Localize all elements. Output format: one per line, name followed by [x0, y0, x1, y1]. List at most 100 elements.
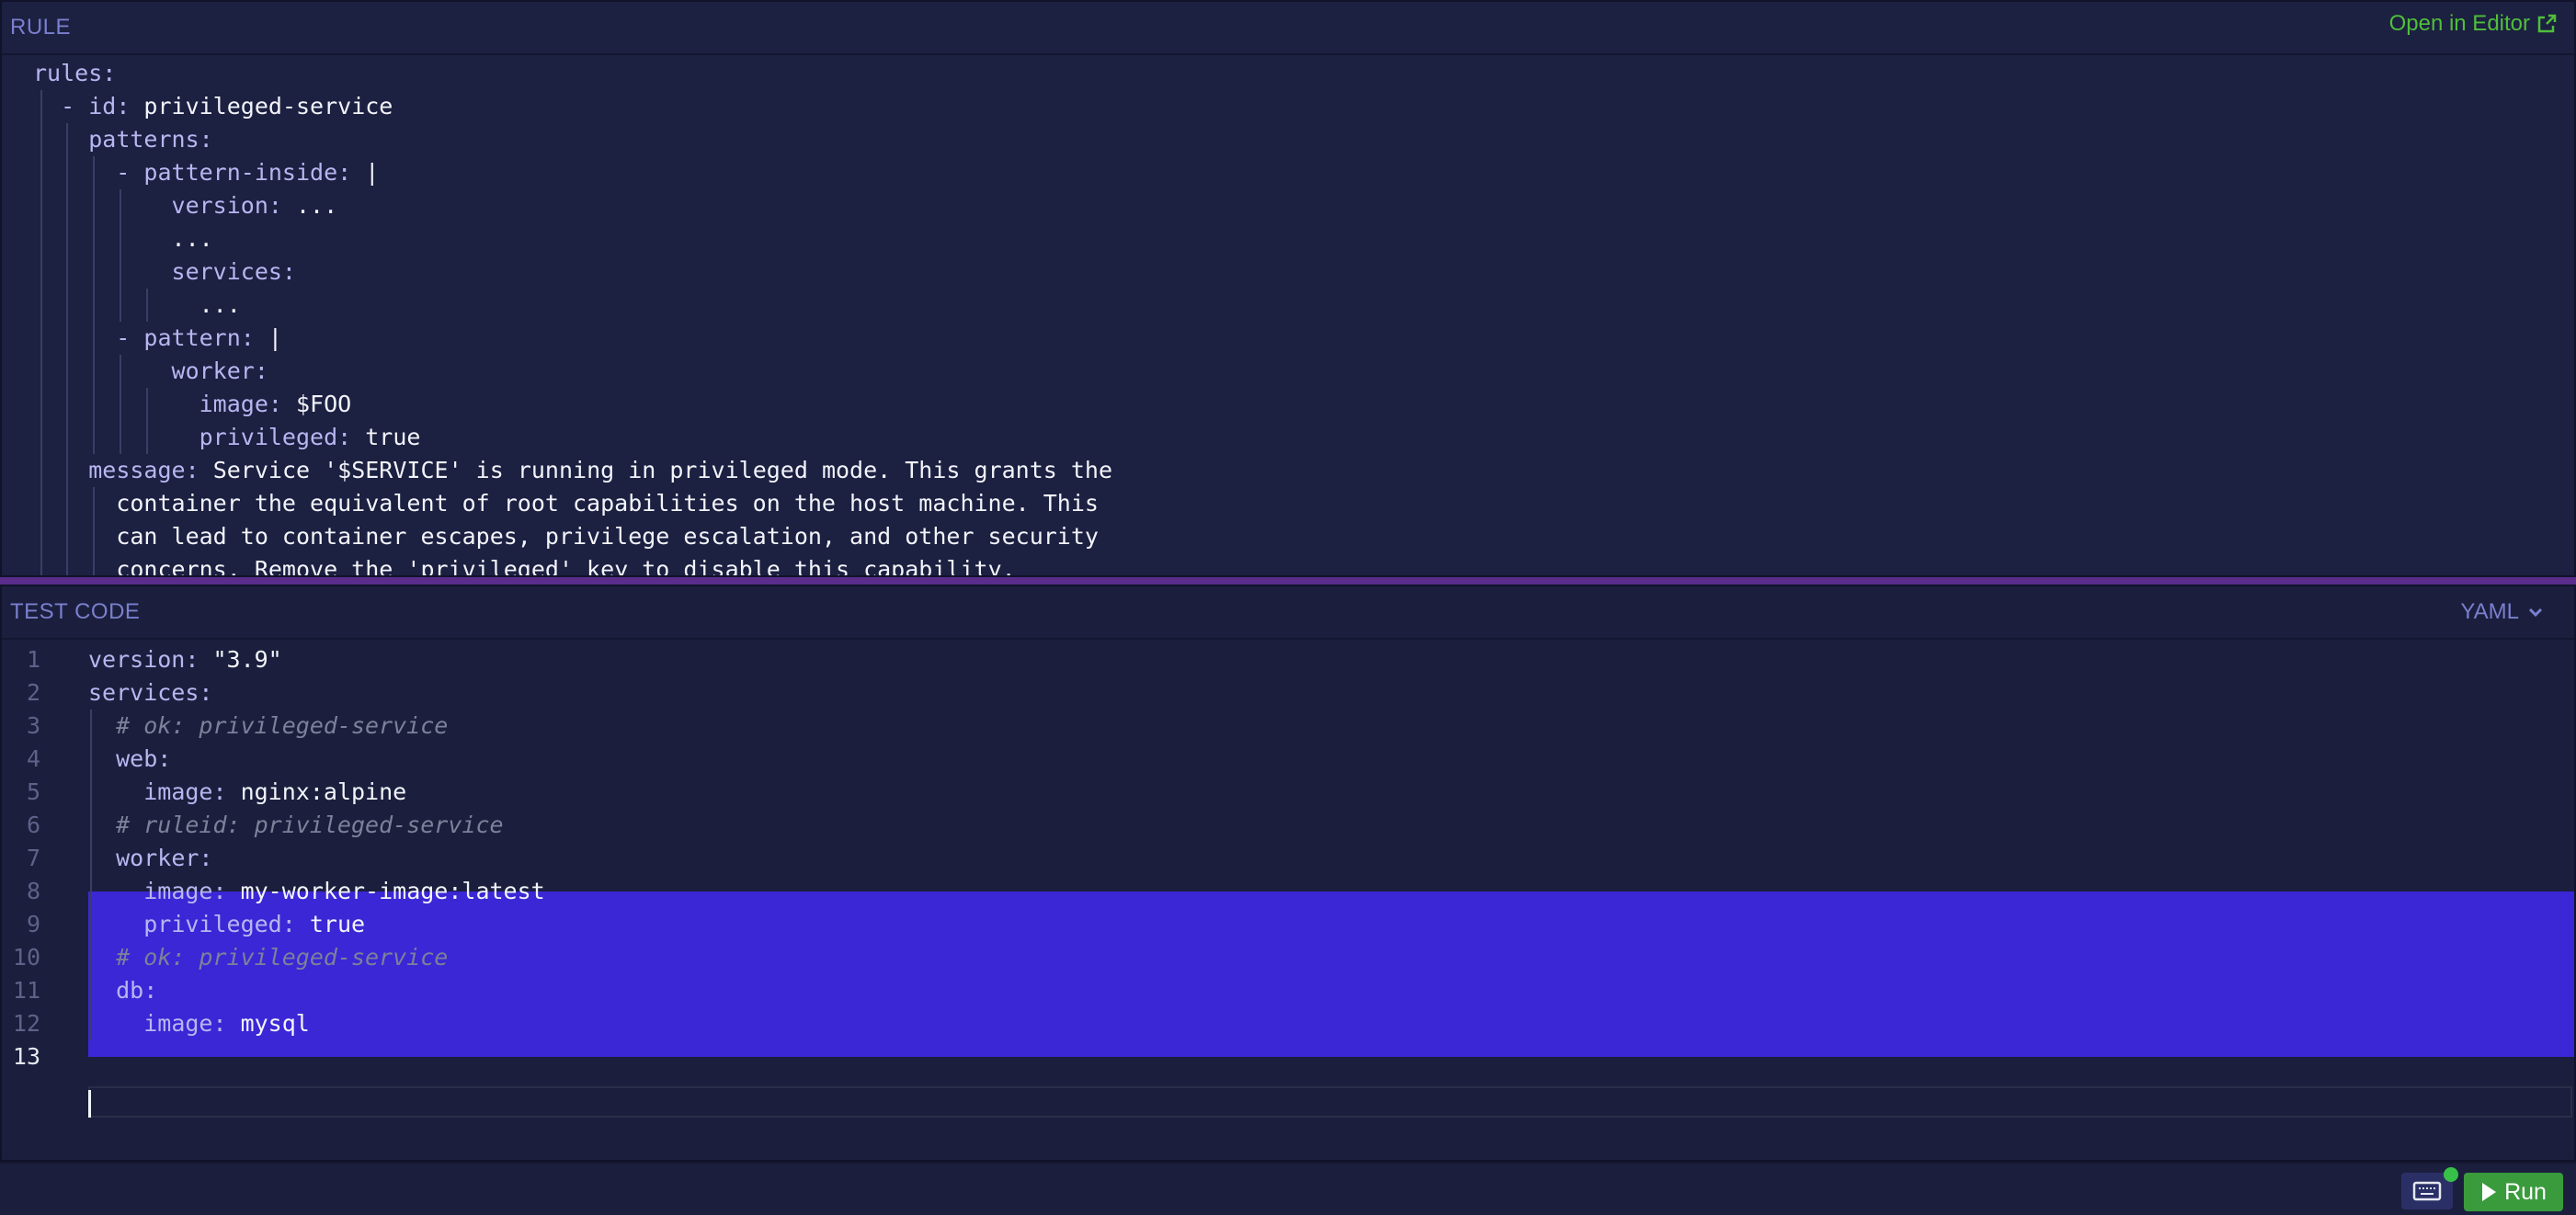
test-code-line: services:: [88, 676, 212, 710]
test-code-line: privileged: true: [88, 908, 365, 941]
line-number: 4: [26, 745, 40, 772]
test-code-line: worker:: [88, 842, 212, 875]
rule-code-indent: [33, 391, 199, 417]
test-code-indent: [88, 977, 116, 1004]
test-code-key: db:: [116, 977, 158, 1004]
rule-code-key: message:: [88, 457, 199, 483]
rule-code-indent: [33, 258, 172, 285]
test-code-line: image: mysql: [88, 1007, 310, 1040]
match-highlight: [88, 891, 2574, 1057]
rule-code-indent: [33, 225, 172, 252]
line-number: 2: [26, 679, 40, 706]
rule-code-key: pattern-inside:: [143, 159, 352, 186]
run-button[interactable]: Run: [2464, 1173, 2563, 1211]
line-number: 13: [12, 1043, 40, 1070]
rule-code-line: concerns. Remove the 'privileged' key to…: [33, 553, 1016, 577]
test-code-indent: [88, 845, 116, 871]
keyboard-shortcuts-button[interactable]: [2401, 1167, 2458, 1209]
test-code-key: image:: [143, 1010, 227, 1037]
line-number: 1: [26, 646, 40, 673]
indent-guide: [146, 289, 148, 322]
rule-code-line: patterns:: [33, 123, 213, 156]
test-code-indent: [88, 778, 143, 805]
rule-code-indent: [33, 192, 172, 219]
rule-code-line: can lead to container escapes, privilege…: [33, 520, 1099, 553]
current-line: [88, 1086, 2572, 1118]
rule-code-line: container the equivalent of root capabil…: [33, 487, 1099, 520]
test-code-key: image:: [143, 778, 227, 805]
test-code-comment: # ok: privileged-service: [116, 712, 449, 739]
rule-code-indent: [33, 424, 199, 450]
test-panel-title: TEST CODE: [10, 599, 141, 624]
test-code-value: my-worker-image:latest: [226, 878, 545, 904]
language-select[interactable]: YAML: [2460, 599, 2545, 625]
rule-code-line: privileged: true: [33, 421, 421, 454]
indent-guide: [93, 487, 95, 575]
test-panel-header: TEST CODE YAML: [2, 586, 2574, 640]
rule-code-line: ...: [33, 289, 241, 322]
chevron-down-icon: [2528, 608, 2543, 618]
rule-code-line: rules:: [33, 57, 116, 90]
test-code-value: "3.9": [199, 646, 282, 673]
test-code-indent: [88, 944, 116, 971]
rule-code-value: $FOO: [281, 391, 352, 417]
rule-code-key: rules:: [33, 60, 117, 86]
test-code-value: true: [295, 911, 366, 937]
test-code-editor[interactable]: 1 version: "3.9" 2 services: 3 # ok: privile…: [2, 640, 2574, 1160]
test-code-indent: [88, 812, 116, 838]
rule-code-line: image: $FOO: [33, 388, 352, 421]
rule-code-line: services:: [33, 255, 296, 289]
test-code-indent: [88, 911, 143, 937]
open-in-editor-label: Open in Editor: [2388, 11, 2530, 36]
language-label: YAML: [2460, 599, 2519, 624]
rule-code-indent: -: [33, 159, 144, 186]
rule-code-value: Service '$SERVICE' is running in privile…: [199, 457, 1113, 483]
play-icon: [2482, 1183, 2497, 1201]
rule-code-value: ...: [281, 192, 338, 219]
rule-code-indent: [33, 358, 172, 384]
open-in-editor-link[interactable]: Open in Editor: [2389, 11, 2558, 37]
rule-panel-title: RULE: [10, 15, 72, 40]
line-number: 7: [26, 845, 40, 871]
rule-code-value: concerns. Remove the 'privileged' key to…: [116, 556, 1016, 577]
rule-code-indent: [33, 556, 116, 575]
indent-guide: [40, 90, 42, 575]
rule-code-key: image:: [199, 391, 282, 417]
rule-code-value: can lead to container escapes, privilege…: [116, 523, 1099, 550]
rule-code-indent: -: [33, 324, 144, 351]
test-code-key: worker:: [116, 845, 213, 871]
external-link-icon: [2537, 14, 2557, 33]
test-code-line: image: nginx:alpine: [88, 776, 406, 809]
indent-guide: [146, 388, 148, 454]
text-caret: [88, 1090, 91, 1118]
run-button-label: Run: [2504, 1178, 2547, 1205]
line-number: 9: [26, 911, 40, 937]
line-number: 8: [26, 878, 40, 904]
test-code-line: # ok: privileged-service: [88, 941, 448, 974]
test-code-indent: [88, 1010, 143, 1037]
indent-guide: [66, 123, 68, 575]
test-code-key: services:: [88, 679, 213, 706]
rule-code-line: worker:: [33, 355, 268, 388]
test-code-indent: [88, 745, 116, 772]
test-code-line: # ok: privileged-service: [88, 710, 448, 743]
rule-code-indent: [33, 291, 199, 318]
rule-code-line: - pattern: |: [33, 322, 282, 355]
rule-code-key: privileged:: [199, 424, 352, 450]
rule-code-value: ...: [171, 225, 213, 252]
rule-code-value: privileged-service: [130, 93, 393, 119]
test-code-indent: [88, 712, 116, 739]
test-code-panel: TEST CODE YAML 1 version: "3.9" 2 services:…: [0, 585, 2576, 1162]
line-number: 5: [26, 778, 40, 805]
rule-code-value: |: [351, 159, 380, 186]
rule-code-key: patterns:: [88, 126, 213, 153]
rule-code-key: pattern:: [143, 324, 255, 351]
rule-code-key: id:: [88, 93, 131, 119]
rule-code-line: message: Service '$SERVICE' is running i…: [33, 454, 1112, 487]
rule-code-line: ...: [33, 222, 213, 255]
line-number: 6: [26, 812, 40, 838]
indent-guide: [120, 355, 121, 454]
rule-code-value: container the equivalent of root capabil…: [116, 490, 1099, 517]
rule-panel: RULE Open in Editor rules: - id: privile…: [0, 0, 2576, 577]
panel-resize-handle[interactable]: [0, 577, 2576, 585]
